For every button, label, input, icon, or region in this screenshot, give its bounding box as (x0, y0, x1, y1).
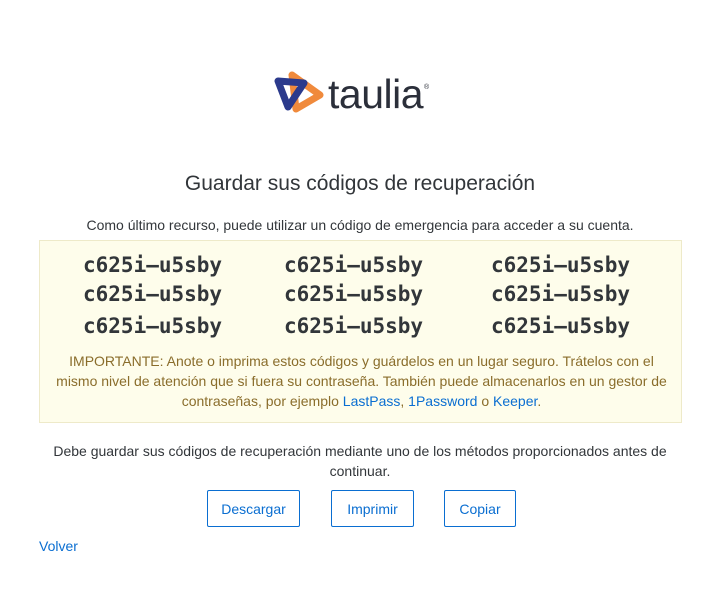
period-text: . (537, 393, 542, 409)
separator-text: o (477, 393, 494, 409)
back-link[interactable]: Volver (39, 538, 78, 554)
copy-button[interactable]: Copiar (444, 490, 516, 527)
recovery-code: c625i–u5sby (284, 282, 424, 306)
logo-wordmark: taulia (328, 70, 424, 117)
recovery-code: c625i–u5sby (83, 282, 223, 306)
separator-text: , (400, 393, 409, 409)
recovery-code: c625i–u5sby (491, 253, 631, 277)
recovery-code: c625i–u5sby (491, 314, 631, 338)
page-title: Guardar sus códigos de recuperación (184, 172, 536, 195)
lastpass-link[interactable]: LastPass (343, 393, 401, 409)
recovery-code: c625i–u5sby (284, 314, 424, 338)
recovery-code: c625i–u5sby (491, 282, 631, 306)
print-button[interactable]: Imprimir (331, 490, 414, 527)
registered-mark: ® (424, 84, 430, 91)
recovery-codes-panel: c625i–u5sby c625i–u5sby c625i–u5sby c625… (39, 240, 682, 423)
important-notice: IMPORTANTE: Anote o imprima estos código… (52, 351, 671, 411)
1password-link[interactable]: 1Password (408, 393, 477, 409)
save-instruction: Debe guardar sus códigos de recuperación… (53, 443, 667, 479)
recovery-code: c625i–u5sby (83, 253, 223, 277)
taulia-logo: taulia ® (274, 70, 449, 118)
recovery-code: c625i–u5sby (83, 314, 223, 338)
download-button[interactable]: Descargar (207, 490, 300, 527)
page-subtitle: Como último recurso, puede utilizar un c… (86, 217, 634, 233)
recovery-code: c625i–u5sby (284, 253, 424, 277)
taulia-mark-icon (274, 71, 324, 113)
keeper-link[interactable]: Keeper (493, 393, 537, 409)
